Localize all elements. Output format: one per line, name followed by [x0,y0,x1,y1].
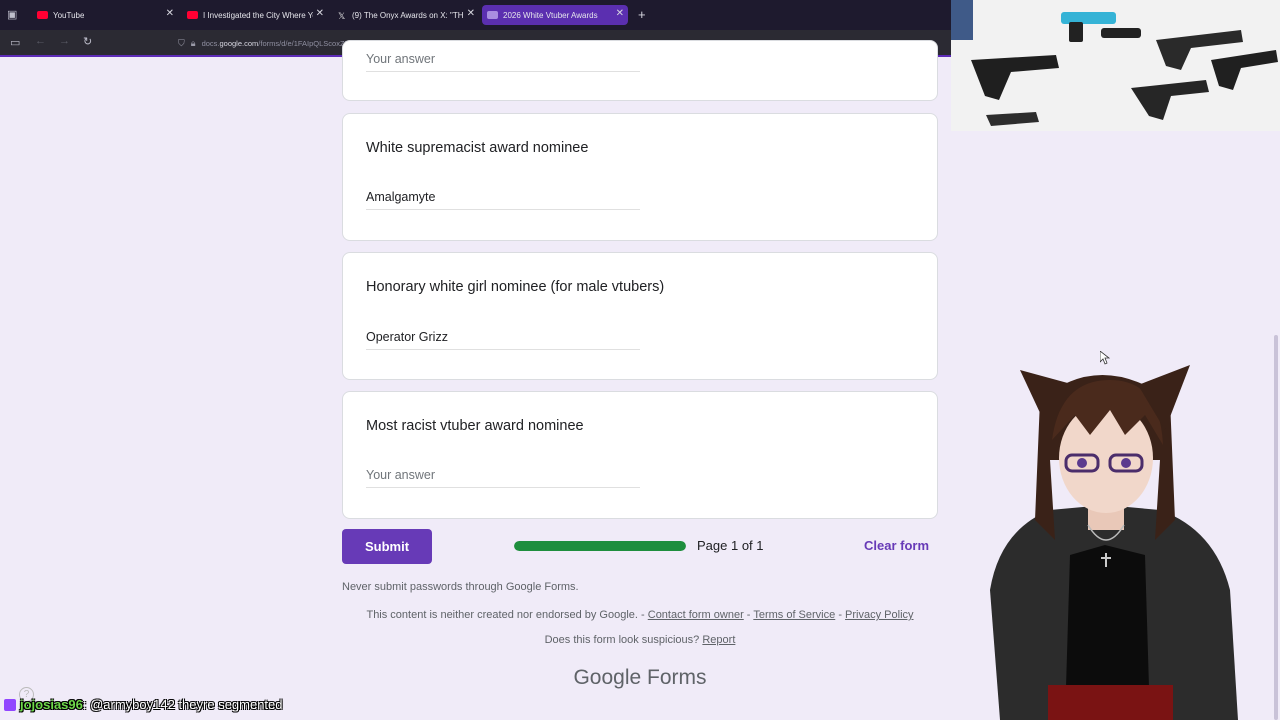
url-prefix: docs. [201,38,220,48]
forward-arrow-icon[interactable]: → [59,35,70,47]
terms-link[interactable]: Terms of Service [753,609,835,621]
browser-window: ▣ YouTube ✕ I Investigated the City Wher… [0,0,951,720]
brand-google: Google [573,666,642,689]
contact-owner-link[interactable]: Contact form owner [648,609,744,621]
tab-title: YouTube [53,10,85,20]
page-scrollbar[interactable] [1274,335,1278,720]
close-icon[interactable]: ✕ [316,8,324,19]
legal-line: This content is neither created nor endo… [342,609,938,621]
forms-icon [487,11,498,19]
reload-icon[interactable]: ↻ [83,35,92,48]
tab-title: 2026 White Vtuber Awards [503,10,598,20]
tab-title: (9) The Onyx Awards on X: "THE [352,10,464,20]
password-warning: Never submit passwords through Google Fo… [342,581,579,593]
tab-title: I Investigated the City Where Yo [203,10,313,20]
separator: - [746,609,751,621]
chat-text: : @armyboy142 theyre segmented [82,697,283,712]
answer-input[interactable]: Your answer [366,468,640,488]
legal-text: This content is neither created nor endo… [366,609,645,621]
mouse-cursor-icon [1099,350,1111,370]
close-icon[interactable]: ✕ [467,8,475,19]
vtuber-avatar-illustration [990,365,1238,720]
answer-input[interactable]: Operator Grizz [366,330,640,350]
question-card: White supremacist award nominee Amalgamy… [342,113,938,241]
suspicious-line: Does this form look suspicious? Report [342,634,938,646]
tab-white-vtuber-awards[interactable]: 2026 White Vtuber Awards ✕ [482,5,628,25]
suspicious-text: Does this form look suspicious? [544,634,700,646]
privacy-link[interactable]: Privacy Policy [845,609,913,621]
tab-list-icon[interactable]: ▣ [7,8,17,21]
page-count: Page 1 of 1 [697,538,764,553]
question-title: Honorary white girl nominee (for male vt… [366,279,665,295]
url-host: google.com [219,38,259,48]
back-arrow-icon[interactable]: ← [35,35,46,47]
stream-chat-message: jojosias96 : @armyboy142 theyre segmente… [4,697,283,712]
vtuber-avatar [960,340,1270,720]
answer-input[interactable]: Amalgamyte [366,190,640,210]
question-title: Most racist vtuber award nominee [366,418,584,434]
product-image-panel [951,0,1280,131]
twitch-badge-icon [4,698,16,711]
tab-youtube[interactable]: YouTube ✕ [33,5,178,25]
answer-input[interactable]: Your answer [366,52,640,72]
progress-bar-fill [514,541,686,551]
youtube-icon [37,11,48,19]
progress-bar [514,541,686,551]
tab-investigated-city[interactable]: I Investigated the City Where Yo ✕ [183,5,328,25]
close-icon[interactable]: ✕ [616,8,624,19]
youtube-icon [187,11,198,19]
brand-forms: Forms [647,666,707,689]
question-card: Honorary white girl nominee (for male vt… [342,252,938,380]
clear-form-button[interactable]: Clear form [864,538,929,553]
lock-icon: 🔒︎ [190,37,196,48]
chat-username: jojosias96 [20,697,83,712]
tab-bar: ▣ YouTube ✕ I Investigated the City Wher… [0,0,951,30]
submit-button[interactable]: Submit [342,529,432,564]
sidebar-toggle-icon[interactable]: ▭ [10,36,20,49]
new-tab-button[interactable]: + [638,7,646,22]
handguns-image [951,0,1280,131]
question-card: Most racist vtuber award nominee Your an… [342,391,938,519]
shield-icon: ⛉ [178,37,185,48]
question-title: White supremacist award nominee [366,140,589,156]
google-forms-logo[interactable]: Google Forms [342,666,938,690]
x-icon: 𝕏 [338,11,346,21]
report-link[interactable]: Report [702,634,735,646]
close-icon[interactable]: ✕ [166,8,174,19]
tab-onyx-awards[interactable]: 𝕏 (9) The Onyx Awards on X: "THE ✕ [334,5,479,25]
separator: - [838,609,842,621]
question-card-previous: Your answer [342,40,938,101]
